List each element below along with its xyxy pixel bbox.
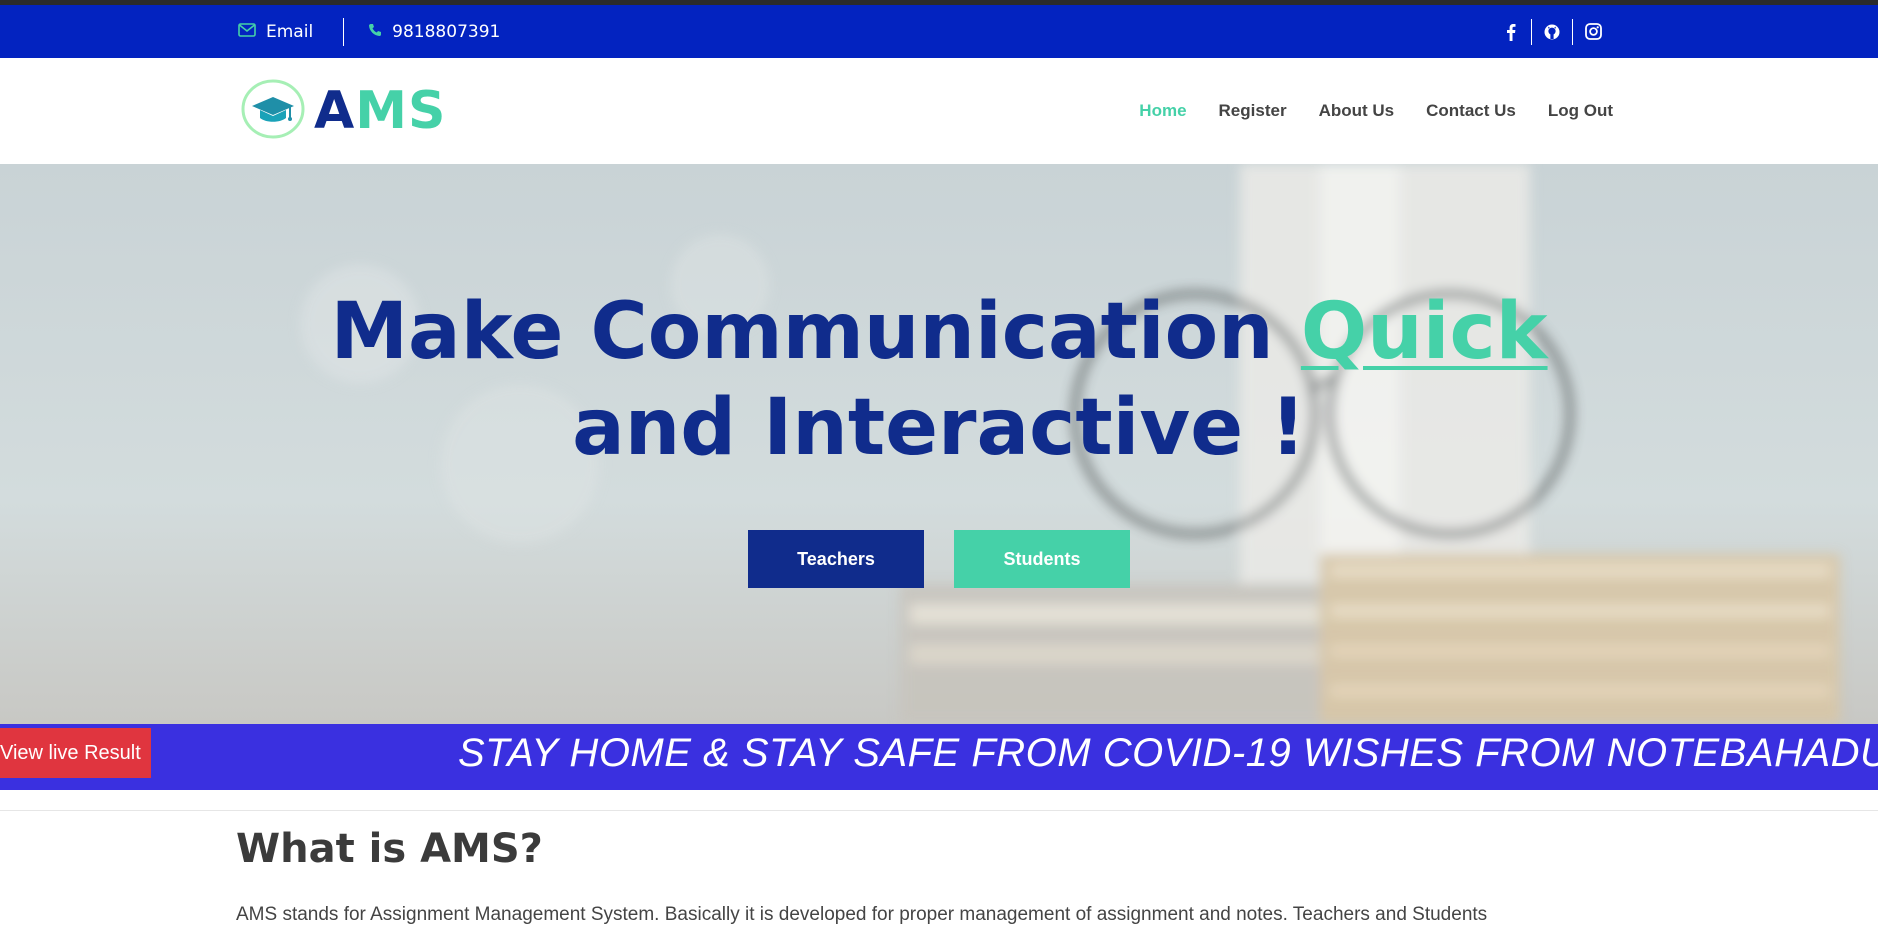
students-button[interactable]: Students bbox=[954, 530, 1130, 588]
facebook-icon[interactable] bbox=[1491, 5, 1531, 58]
site-logo[interactable]: AMS bbox=[240, 78, 446, 144]
nav-log-out[interactable]: Log Out bbox=[1548, 101, 1613, 121]
envelope-icon bbox=[238, 22, 256, 42]
about-section-text: AMS stands for Assignment Management Sys… bbox=[236, 904, 1488, 925]
hero-title-part1: Make Communication bbox=[330, 287, 1301, 377]
announcement-ticker: STAY HOME & STAY SAFE FROM COVID-19 WISH… bbox=[0, 724, 1878, 790]
nav-about-us[interactable]: About Us bbox=[1319, 101, 1395, 121]
teachers-button[interactable]: Teachers bbox=[748, 530, 924, 588]
contact-divider bbox=[343, 17, 345, 46]
contact-info: Email 9818807391 bbox=[238, 5, 500, 58]
hero-title: Make Communication Quick and Interactive … bbox=[0, 284, 1878, 476]
about-section-title: What is AMS? bbox=[236, 826, 543, 872]
section-divider bbox=[0, 810, 1878, 811]
hero-title-highlight[interactable]: Quick bbox=[1301, 287, 1548, 377]
logo-letters-ms: MS bbox=[355, 81, 447, 141]
ticker-message: STAY HOME & STAY SAFE FROM COVID-19 WISH… bbox=[458, 731, 1878, 775]
hero-title-part2: and Interactive ! bbox=[572, 383, 1306, 473]
nav-register[interactable]: Register bbox=[1219, 101, 1287, 121]
logo-letter-a: A bbox=[314, 81, 356, 141]
phone-icon bbox=[368, 22, 382, 42]
instagram-icon[interactable] bbox=[1573, 5, 1613, 58]
nav-menu: Home Register About Us Contact Us Log Ou… bbox=[1139, 58, 1613, 164]
logo-text: AMS bbox=[314, 81, 446, 141]
top-contact-bar: Email 9818807391 bbox=[0, 5, 1878, 58]
nav-home[interactable]: Home bbox=[1139, 101, 1186, 121]
email-label: Email bbox=[266, 21, 314, 42]
hero-buttons: Teachers Students bbox=[0, 530, 1878, 588]
main-navbar: AMS Home Register About Us Contact Us Lo… bbox=[0, 58, 1878, 164]
view-live-result-button[interactable]: View live Result bbox=[0, 728, 151, 778]
phone-number: 9818807391 bbox=[392, 21, 501, 42]
graduation-cap-icon bbox=[240, 78, 306, 144]
phone-link[interactable]: 9818807391 bbox=[368, 22, 500, 42]
social-links bbox=[1491, 5, 1613, 58]
nav-contact-us[interactable]: Contact Us bbox=[1426, 101, 1516, 121]
hero-banner: Make Communication Quick and Interactive … bbox=[0, 164, 1878, 724]
email-link[interactable]: Email bbox=[238, 22, 313, 42]
github-icon[interactable] bbox=[1532, 5, 1572, 58]
